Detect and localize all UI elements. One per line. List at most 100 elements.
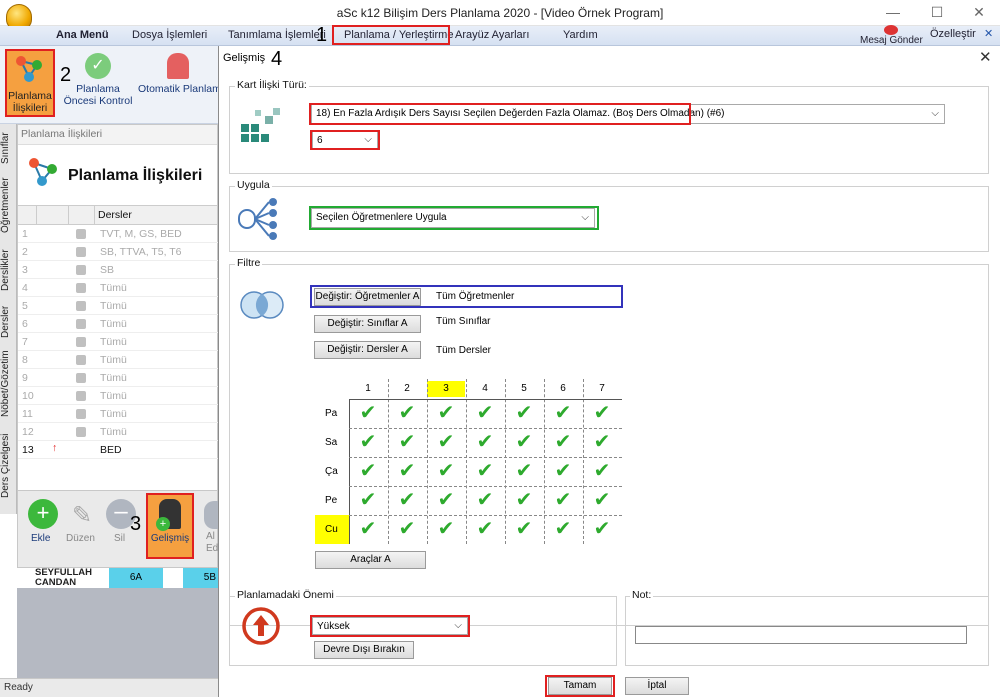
- time-slot-check-icon[interactable]: ✔: [544, 486, 582, 514]
- time-slot-check-icon[interactable]: ✔: [349, 486, 387, 514]
- row-number: 3: [22, 264, 28, 276]
- time-slot-check-icon[interactable]: ✔: [388, 515, 426, 543]
- disable-button[interactable]: Devre Dışı Bırakın: [314, 641, 414, 659]
- tab-nobet[interactable]: Nöbet/Gözetim: [0, 346, 17, 422]
- list-item[interactable]: 3 SB: [18, 261, 219, 279]
- menu-yardim[interactable]: Yardım: [563, 29, 598, 41]
- time-slot-check-icon[interactable]: ✔: [427, 486, 465, 514]
- time-slot-check-icon[interactable]: ✔: [349, 399, 387, 427]
- day-label[interactable]: Ça: [315, 457, 349, 486]
- time-slot-check-icon[interactable]: ✔: [388, 486, 426, 514]
- day-label[interactable]: Sa: [315, 428, 349, 457]
- day-label[interactable]: Pa: [315, 399, 349, 428]
- mdi-close-icon[interactable]: ✕: [984, 27, 993, 40]
- time-slot-check-icon[interactable]: ✔: [466, 428, 504, 456]
- time-slot-check-icon[interactable]: ✔: [505, 515, 543, 543]
- time-slot-check-icon[interactable]: ✔: [388, 428, 426, 456]
- lesson-cell-6a[interactable]: 6A: [109, 568, 163, 588]
- menu-dosya[interactable]: Dosya İşlemleri: [132, 29, 207, 41]
- time-slot-check-icon[interactable]: ✔: [544, 457, 582, 485]
- lesson-cell-5b[interactable]: 5B: [183, 568, 218, 588]
- time-slot-check-icon[interactable]: ✔: [505, 486, 543, 514]
- list-item[interactable]: 2 SB, TTVA, T5, T6: [18, 243, 219, 261]
- planlama-oncesi-kontrol-button[interactable]: ✓ Planlama Öncesi Kontrol: [62, 51, 134, 115]
- list-item[interactable]: 6 Tümü: [18, 315, 219, 333]
- list-item[interactable]: 11 Tümü: [18, 405, 219, 423]
- list-item[interactable]: 12 Tümü: [18, 423, 219, 441]
- delete-label[interactable]: Sil: [114, 533, 125, 544]
- column-dersler[interactable]: Dersler: [98, 209, 132, 221]
- teacher-name: SEYFULLAH CANDAN: [35, 567, 92, 588]
- message-icon[interactable]: [884, 25, 898, 35]
- change-classes-button[interactable]: Değiştir: Sınıflar A: [314, 315, 421, 333]
- time-slot-check-icon[interactable]: ✔: [505, 399, 543, 427]
- time-slot-check-icon[interactable]: ✔: [427, 515, 465, 543]
- change-subjects-button[interactable]: Değiştir: Dersler A: [314, 341, 421, 359]
- list-item[interactable]: 9 Tümü: [18, 369, 219, 387]
- time-slot-check-icon[interactable]: ✔: [583, 486, 621, 514]
- time-slot-check-icon[interactable]: ✔: [466, 399, 504, 427]
- day-label[interactable]: Pe: [315, 486, 349, 515]
- time-slot-check-icon[interactable]: ✔: [427, 457, 465, 485]
- list-item[interactable]: 13 ↑ BED: [18, 441, 219, 459]
- period-header[interactable]: 2: [388, 381, 426, 397]
- list-item[interactable]: 8 Tümü: [18, 351, 219, 369]
- minimize-button[interactable]: —: [878, 3, 908, 23]
- time-slot-check-icon[interactable]: ✔: [466, 457, 504, 485]
- menu-ana-menu[interactable]: Ana Menü: [56, 29, 109, 41]
- customize-menu[interactable]: Özelleştir: [930, 28, 976, 40]
- tab-dersler[interactable]: Dersler: [0, 300, 17, 344]
- time-slot-check-icon[interactable]: ✔: [427, 399, 465, 427]
- add-label[interactable]: Ekle: [31, 533, 50, 544]
- list-item[interactable]: 5 Tümü: [18, 297, 219, 315]
- tab-siniflar[interactable]: Sınıflar: [0, 128, 17, 168]
- time-slot-check-icon[interactable]: ✔: [349, 515, 387, 543]
- cancel-button[interactable]: İptal: [625, 677, 689, 695]
- time-slot-check-icon[interactable]: ✔: [544, 428, 582, 456]
- time-slot-check-icon[interactable]: ✔: [427, 428, 465, 456]
- period-header[interactable]: 7: [583, 381, 621, 397]
- time-slot-check-icon[interactable]: ✔: [466, 515, 504, 543]
- edit-label[interactable]: Düzen: [66, 533, 95, 544]
- tab-ders-cizelgesi[interactable]: Ders Çizelgesi: [0, 424, 17, 508]
- time-slot-check-icon[interactable]: ✔: [349, 428, 387, 456]
- period-header[interactable]: 5: [505, 381, 543, 397]
- time-slot-check-icon[interactable]: ✔: [583, 428, 621, 456]
- period-header[interactable]: 1: [349, 381, 387, 397]
- list-item[interactable]: 7 Tümü: [18, 333, 219, 351]
- tab-ogretmenler[interactable]: Öğretmenler: [0, 170, 17, 240]
- list-item[interactable]: 4 Tümü: [18, 279, 219, 297]
- menu-tanimlama[interactable]: Tanımlama İşlemleri: [228, 29, 326, 41]
- otomatik-planlama-button[interactable]: Otomatik Planlamayı Başlat: [138, 51, 218, 115]
- tools-button[interactable]: Araçlar A: [315, 551, 426, 569]
- period-header[interactable]: 4: [466, 381, 504, 397]
- time-slot-check-icon[interactable]: ✔: [505, 457, 543, 485]
- day-label[interactable]: Cu: [315, 515, 349, 544]
- time-slot-check-icon[interactable]: ✔: [349, 457, 387, 485]
- tab-derslikler[interactable]: Derslikler: [0, 242, 17, 298]
- time-slot-check-icon[interactable]: ✔: [544, 515, 582, 543]
- time-slot-check-icon[interactable]: ✔: [505, 428, 543, 456]
- send-message-link[interactable]: Mesaj Gönder: [860, 35, 923, 45]
- period-header[interactable]: 3: [427, 381, 465, 397]
- time-slot-check-icon[interactable]: ✔: [583, 515, 621, 543]
- note-input[interactable]: [635, 626, 967, 644]
- list-item[interactable]: 1 TVT, M, GS, BED: [18, 225, 219, 243]
- time-slot-check-icon[interactable]: ✔: [388, 457, 426, 485]
- subjects-filter-value: Tüm Dersler: [436, 345, 492, 356]
- period-header[interactable]: 6: [544, 381, 582, 397]
- highlight-card-type: [309, 103, 691, 125]
- menu-arayuz[interactable]: Arayüz Ayarları: [455, 29, 529, 41]
- list-item[interactable]: 10 Tümü: [18, 387, 219, 405]
- more-label[interactable]: Al Ed: [206, 531, 218, 555]
- time-slot-check-icon[interactable]: ✔: [544, 399, 582, 427]
- add-icon[interactable]: +: [28, 499, 58, 529]
- maximize-button[interactable]: ☐: [922, 3, 952, 23]
- dialog-close-button[interactable]: ✕: [979, 48, 992, 66]
- pencil-icon[interactable]: ✎: [72, 501, 92, 530]
- time-slot-check-icon[interactable]: ✔: [388, 399, 426, 427]
- time-slot-check-icon[interactable]: ✔: [583, 457, 621, 485]
- close-window-button[interactable]: ✕: [964, 3, 994, 23]
- time-slot-check-icon[interactable]: ✔: [466, 486, 504, 514]
- time-slot-check-icon[interactable]: ✔: [583, 399, 621, 427]
